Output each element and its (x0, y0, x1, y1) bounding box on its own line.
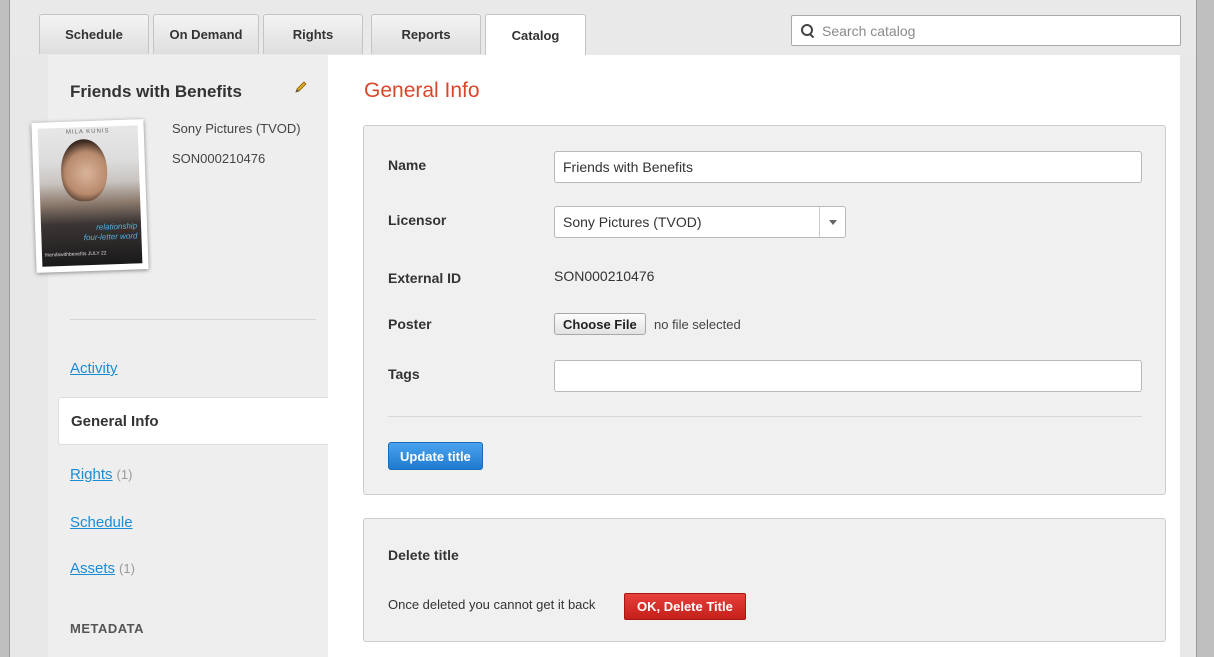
poster-label: Poster (388, 316, 432, 332)
assets-count: (1) (119, 561, 135, 576)
no-file-text: no file selected (654, 317, 741, 332)
delete-heading: Delete title (388, 547, 459, 563)
page-title: General Info (364, 79, 480, 102)
licensor-select[interactable]: Sony Pictures (TVOD) (554, 206, 846, 238)
sidebar-item-label: General Info (71, 412, 159, 430)
name-field[interactable] (554, 151, 1142, 183)
external-id-value: SON000210476 (554, 268, 655, 284)
sidebar-item-general-info[interactable]: General Info (58, 397, 330, 445)
sidebar-item-rights[interactable]: Rights (1) (70, 466, 132, 483)
metadata-heading: METADATA (70, 621, 145, 636)
sidebar-item-schedule[interactable]: Schedule (70, 514, 133, 531)
licensor-text: Sony Pictures (TVOD) (172, 121, 301, 136)
poster-portrait (60, 138, 109, 202)
licensor-label: Licensor (388, 212, 447, 228)
pencil-icon[interactable] (294, 80, 308, 94)
tab-rights[interactable]: Rights (263, 14, 363, 54)
chevron-down-icon[interactable] (819, 207, 845, 237)
poster-image: MILA KUNIS relationship four-letter word… (31, 119, 149, 273)
search-icon (800, 23, 816, 39)
general-info-panel: Name Licensor Sony Pictures (TVOD) Exter… (363, 125, 1166, 495)
tab-catalog[interactable]: Catalog (485, 14, 586, 56)
poster-top-text: MILA KUNIS (65, 128, 110, 136)
search-input[interactable] (822, 22, 1162, 39)
divider (70, 319, 316, 320)
app-frame: Schedule On Demand Rights Reports Catalo… (9, 0, 1197, 657)
licensor-selected-value: Sony Pictures (TVOD) (563, 214, 702, 230)
title-name: Friends with Benefits (70, 82, 242, 101)
name-label: Name (388, 157, 427, 173)
tags-field[interactable] (554, 360, 1142, 392)
poster-tagline: relationship (96, 221, 138, 232)
tab-schedule[interactable]: Schedule (39, 14, 149, 54)
delete-panel: Delete title Once deleted you cannot get… (363, 518, 1166, 642)
sidebar-item-label[interactable]: Rights (70, 466, 113, 483)
external-id-label: External ID (388, 270, 462, 286)
delete-note: Once deleted you cannot get it back (388, 597, 596, 612)
search-box[interactable] (791, 15, 1181, 46)
tab-on-demand[interactable]: On Demand (153, 14, 259, 54)
sidebar-item-activity[interactable]: Activity (70, 360, 118, 377)
divider (388, 416, 1142, 417)
external-id-text: SON000210476 (172, 151, 266, 166)
top-nav: Schedule On Demand Rights Reports Catalo… (10, 0, 1196, 56)
rights-count: (1) (116, 467, 133, 482)
poster-bottom-text: friendswithbenefits JULY 22 (44, 250, 107, 259)
choose-file-button[interactable]: Choose File (554, 313, 646, 335)
sidebar-item-label[interactable]: Assets (70, 560, 115, 577)
sidebar: Friends with Benefits MILA KUNIS relatio… (31, 55, 330, 657)
poster-tagline: four-letter word (83, 231, 138, 243)
sidebar-item-assets[interactable]: Assets (1) (70, 560, 135, 577)
main-content: General Info Name Licensor Sony Pictures… (328, 55, 1180, 657)
delete-title-button[interactable]: OK, Delete Title (624, 593, 746, 620)
tags-label: Tags (388, 366, 420, 382)
update-title-button[interactable]: Update title (388, 442, 483, 470)
tab-reports[interactable]: Reports (371, 14, 481, 54)
